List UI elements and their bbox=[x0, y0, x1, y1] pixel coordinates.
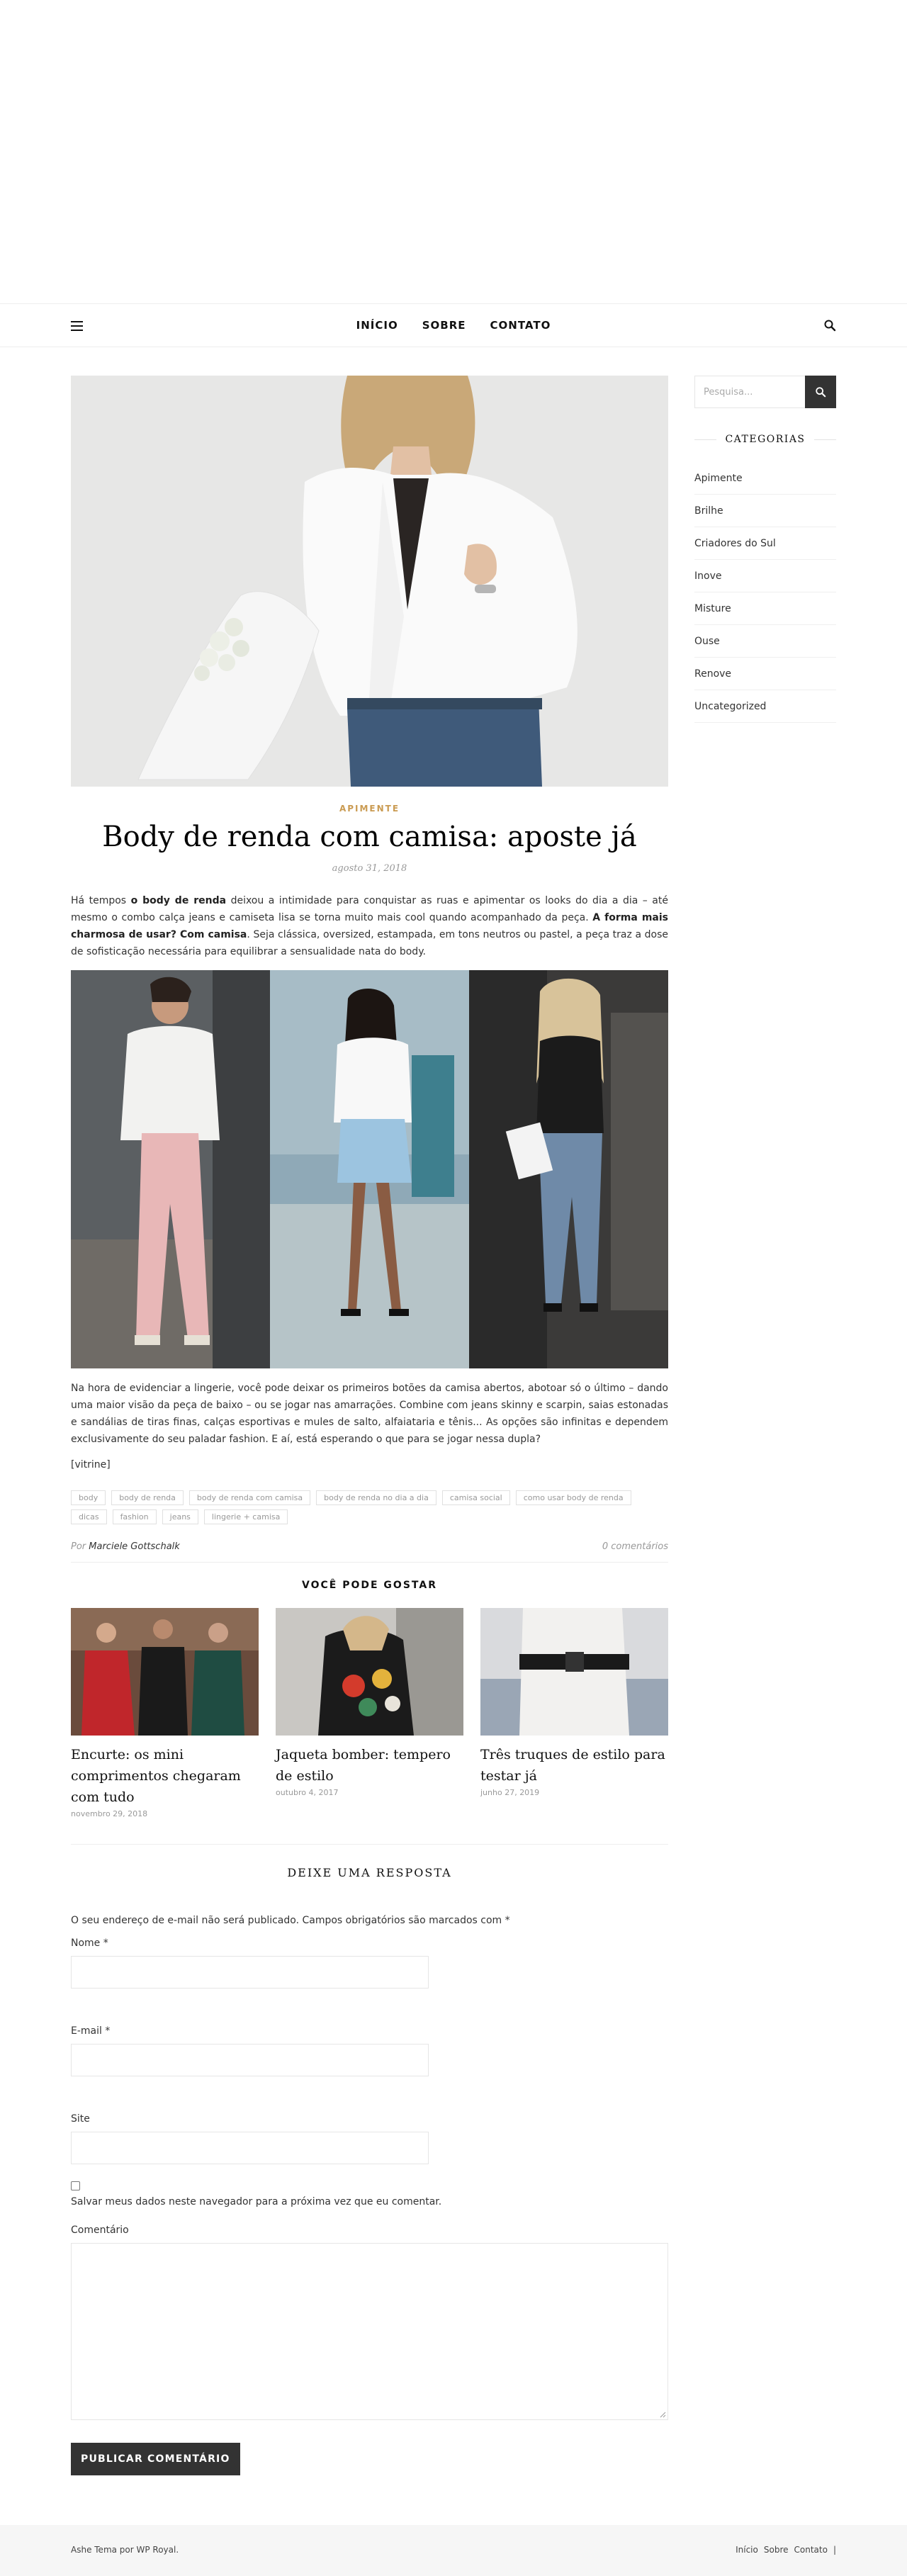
resize-handle-icon[interactable] bbox=[660, 2412, 666, 2418]
heading-line bbox=[694, 439, 717, 440]
category-link[interactable]: Uncategorized bbox=[694, 690, 836, 723]
featured-image bbox=[71, 376, 668, 787]
post-vitrine-shortcode: [vitrine] bbox=[71, 1459, 111, 1470]
related-post-image[interactable] bbox=[480, 1608, 668, 1736]
post-tags: body body de renda body de renda com cam… bbox=[71, 1490, 668, 1524]
related-post-title[interactable]: Três truques de estilo para testar já bbox=[480, 1744, 668, 1787]
site-footer: Ashe Tema por WP Royal. Início Sobre Con… bbox=[0, 2525, 907, 2576]
related-post-image[interactable] bbox=[276, 1608, 463, 1736]
categories-list: Apimente Brilhe Criadores do Sul Inove M… bbox=[694, 462, 836, 723]
save-data-row: Salvar meus dados neste navegador para a… bbox=[71, 2181, 668, 2207]
related-post-title[interactable]: Encurte: os mini comprimentos chegaram c… bbox=[71, 1744, 259, 1808]
divider bbox=[71, 1844, 668, 1845]
reply-heading: DEIXE UMA RESPOSTA bbox=[287, 1866, 452, 1879]
tag-link[interactable]: body de renda no dia a dia bbox=[316, 1490, 436, 1505]
tag-link[interactable]: body de renda bbox=[111, 1490, 184, 1505]
tag-link[interactable]: fashion bbox=[112, 1509, 157, 1524]
category-link[interactable]: Renove bbox=[694, 658, 836, 690]
related-posts-heading: VOCÊ PODE GOSTAR bbox=[302, 1580, 437, 1591]
footer-credit[interactable]: Ashe Tema por WP Royal. bbox=[71, 2545, 179, 2555]
site-label: Site bbox=[71, 2113, 90, 2125]
related-posts: Encurte: os mini comprimentos chegaram c… bbox=[71, 1608, 668, 1818]
main-navbar: INÍCIO SOBRE CONTATO bbox=[0, 303, 907, 347]
nav-link-sobre[interactable]: SOBRE bbox=[422, 319, 466, 332]
email-label: E-mail * bbox=[71, 2025, 111, 2037]
author-link[interactable]: Marciele Gottschalk bbox=[89, 1541, 180, 1552]
related-post-date: junho 27, 2019 bbox=[480, 1788, 540, 1797]
post-author-block: Por Marciele Gottschalk bbox=[71, 1541, 180, 1552]
intro-bold-1: o body de renda bbox=[130, 895, 227, 906]
post-body-text: Na hora de evidenciar a lingerie, você p… bbox=[71, 1383, 668, 1445]
related-post[interactable]: Encurte: os mini comprimentos chegaram c… bbox=[71, 1608, 259, 1818]
tag-link[interactable]: dicas bbox=[71, 1509, 107, 1524]
categories-heading: CATEGORIAS bbox=[694, 434, 836, 445]
related-post-date: novembro 29, 2018 bbox=[71, 1809, 148, 1818]
intro-text-1: Há tempos bbox=[71, 895, 131, 906]
comment-notes: O seu endereço de e-mail não será public… bbox=[71, 1915, 510, 1926]
collage-photo-pink-pants bbox=[71, 970, 270, 1368]
search-icon[interactable] bbox=[823, 319, 836, 332]
category-link[interactable]: Ouse bbox=[694, 625, 836, 658]
footer-link-sobre[interactable]: Sobre bbox=[764, 2545, 789, 2555]
collage-photo-denim-skirt bbox=[270, 970, 469, 1368]
related-post-date: outubro 4, 2017 bbox=[276, 1788, 339, 1797]
search-icon bbox=[816, 387, 826, 398]
tag-link[interactable]: body bbox=[71, 1490, 106, 1505]
related-post-image[interactable] bbox=[71, 1608, 259, 1736]
comment-textarea[interactable] bbox=[71, 2243, 668, 2420]
nav-link-contato[interactable]: CONTATO bbox=[490, 319, 551, 332]
submit-comment-button[interactable]: PUBLICAR COMENTÁRIO bbox=[71, 2443, 240, 2475]
footer-link-contato[interactable]: Contato bbox=[794, 2545, 828, 2555]
related-post[interactable]: Jaqueta bomber: tempero de estilo outubr… bbox=[276, 1608, 463, 1818]
name-label: Nome * bbox=[71, 1937, 108, 1949]
tag-link[interactable]: jeans bbox=[162, 1509, 198, 1524]
sidebar-search: Pesquisa... bbox=[694, 376, 836, 408]
save-data-checkbox[interactable] bbox=[71, 2181, 80, 2190]
tag-link[interactable]: body de renda com camisa bbox=[188, 1490, 311, 1505]
related-post[interactable]: Três truques de estilo para testar já ju… bbox=[480, 1608, 668, 1818]
category-link[interactable]: Criadores do Sul bbox=[694, 527, 836, 560]
name-field[interactable] bbox=[71, 1956, 429, 1989]
save-data-label: Salvar meus dados neste navegador para a… bbox=[71, 2196, 442, 2207]
post-intro: Há tempos o body de renda deixou a intim… bbox=[71, 892, 668, 960]
heading-line bbox=[813, 439, 836, 440]
nav-links: INÍCIO SOBRE CONTATO bbox=[0, 304, 907, 347]
footer-separator: | bbox=[833, 2545, 836, 2555]
tag-link[interactable]: lingerie + camisa bbox=[203, 1509, 288, 1524]
nav-link-inicio[interactable]: INÍCIO bbox=[356, 319, 398, 332]
post-collage-image bbox=[71, 970, 668, 1368]
tag-link[interactable]: como usar body de renda bbox=[515, 1490, 631, 1505]
comments-count-link[interactable]: 0 comentários bbox=[602, 1541, 668, 1552]
tag-link[interactable]: camisa social bbox=[441, 1490, 510, 1505]
collage-photo-blonde-jeans bbox=[469, 970, 668, 1368]
category-link[interactable]: Misture bbox=[694, 592, 836, 625]
sidebar: Pesquisa... CATEGORIAS Apimente Brilhe C… bbox=[694, 376, 836, 723]
footer-link-inicio[interactable]: Início bbox=[736, 2545, 758, 2555]
post-date: agosto 31, 2018 bbox=[332, 863, 407, 874]
post-content: APIMENTE Body de renda com camisa: apost… bbox=[71, 376, 668, 2475]
categories-heading-text: CATEGORIAS bbox=[725, 434, 806, 445]
site-field[interactable] bbox=[71, 2132, 429, 2164]
post-title: Body de renda com camisa: aposte já bbox=[102, 821, 637, 853]
post-category[interactable]: APIMENTE bbox=[71, 804, 668, 814]
related-post-title[interactable]: Jaqueta bomber: tempero de estilo bbox=[276, 1744, 463, 1787]
email-field[interactable] bbox=[71, 2044, 429, 2076]
category-link[interactable]: Brilhe bbox=[694, 495, 836, 527]
footer-links: Início Sobre Contato | bbox=[736, 2545, 836, 2555]
comment-label: Comentário bbox=[71, 2225, 129, 2236]
sidebar-search-input[interactable]: Pesquisa... bbox=[694, 376, 805, 408]
divider bbox=[71, 1562, 668, 1563]
post-meta: Por Marciele Gottschalk 0 comentários bbox=[71, 1541, 668, 1552]
author-prefix: Por bbox=[71, 1541, 86, 1552]
sidebar-search-button[interactable] bbox=[805, 376, 836, 408]
category-link[interactable]: Inove bbox=[694, 560, 836, 592]
header-blank-area bbox=[0, 0, 907, 303]
category-link[interactable]: Apimente bbox=[694, 462, 836, 495]
